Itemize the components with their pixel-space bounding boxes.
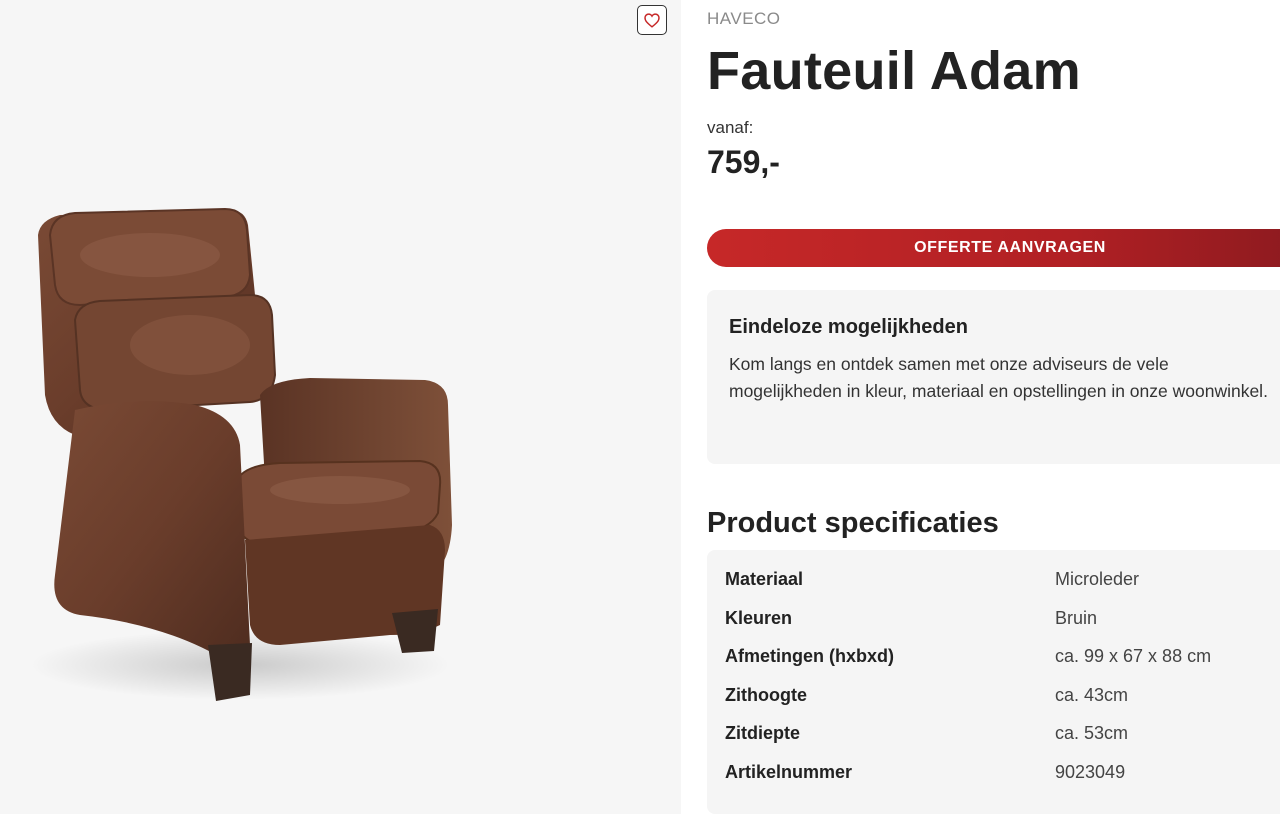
spec-key: Artikelnummer bbox=[725, 761, 853, 782]
spec-row: Artikelnummer 9023049 bbox=[725, 755, 1280, 794]
brand-name[interactable]: HAVECO bbox=[707, 9, 781, 29]
product-image-gallery bbox=[0, 0, 681, 814]
specs-table: Materiaal Microleder Kleuren Bruin Afmet… bbox=[707, 550, 1280, 814]
spec-value: ca. 99 x 67 x 88 cm bbox=[1055, 646, 1212, 666]
spec-value: ca. 43cm bbox=[1055, 684, 1129, 705]
product-title: Fauteuil Adam bbox=[707, 41, 1081, 101]
spec-key: Zithoogte bbox=[725, 684, 807, 705]
promo-box: Eindeloze mogelijkheden Kom langs en ont… bbox=[707, 290, 1280, 464]
spec-key: Zitdiepte bbox=[725, 723, 800, 743]
spec-key: Kleuren bbox=[725, 607, 793, 628]
product-image bbox=[30, 207, 452, 701]
spec-row: Zitdiepte ca. 53cm bbox=[725, 716, 1280, 755]
request-quote-button[interactable]: OFFERTE AANVRAGEN bbox=[707, 229, 1280, 267]
promo-title: Eindeloze mogelijkheden bbox=[729, 316, 968, 338]
spec-key: Materiaal bbox=[725, 569, 804, 589]
spec-row: Kleuren Bruin bbox=[725, 601, 1280, 640]
spec-row: Materiaal Microleder bbox=[725, 562, 1280, 601]
spec-row: Zithoogte ca. 43cm bbox=[725, 678, 1280, 717]
product-price: 759,- bbox=[707, 144, 780, 180]
specs-title: Product specificaties bbox=[707, 507, 999, 539]
product-info-panel: HAVECO Fauteuil Adam vanaf: 759,- OFFERT… bbox=[707, 0, 1280, 814]
spec-key: Afmetingen (hxbxd) bbox=[725, 646, 894, 666]
spec-value: Bruin bbox=[1055, 607, 1098, 628]
price-label: vanaf: bbox=[707, 118, 754, 137]
favorite-button[interactable] bbox=[637, 5, 667, 35]
spec-value: ca. 53cm bbox=[1055, 723, 1129, 743]
spec-value: 9023049 bbox=[1055, 761, 1126, 782]
spec-row: Afmetingen (hxbxd) ca. 99 x 67 x 88 cm bbox=[725, 639, 1280, 678]
heart-icon bbox=[644, 12, 660, 28]
spec-value: Microleder bbox=[1055, 569, 1140, 589]
request-quote-label: OFFERTE AANVRAGEN bbox=[914, 239, 1106, 256]
promo-text: Kom langs en ontdek samen met onze advis… bbox=[729, 354, 1268, 401]
